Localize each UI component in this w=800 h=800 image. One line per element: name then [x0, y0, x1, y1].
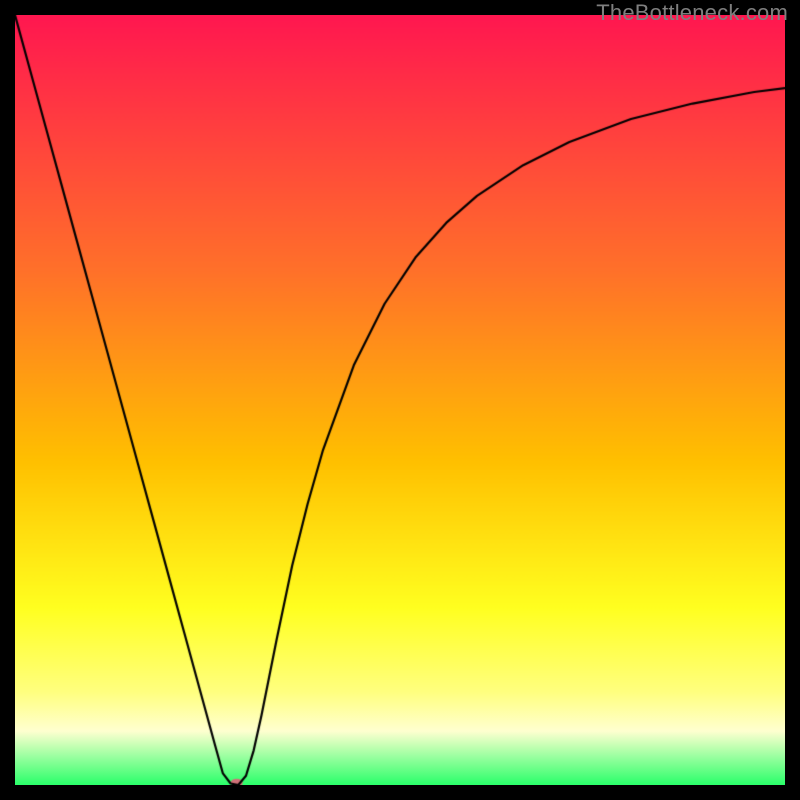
watermark-text: TheBottleneck.com — [596, 0, 788, 26]
chart-frame: TheBottleneck.com — [0, 0, 800, 800]
plot-area — [15, 15, 785, 785]
bottleneck-curve — [15, 15, 785, 785]
